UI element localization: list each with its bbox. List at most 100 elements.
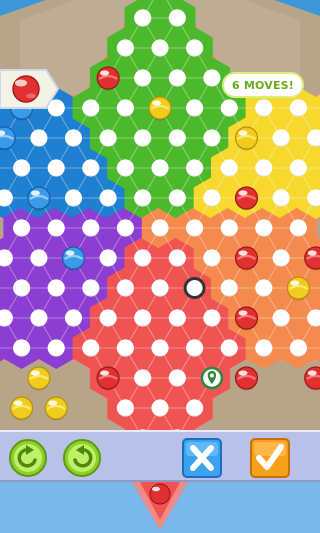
confirm-icon [250,438,290,478]
board-hole [134,309,152,327]
marble-shine [238,250,248,256]
board-hole [255,279,273,297]
board-hole [116,219,134,237]
board-hole [255,159,273,177]
marble-shine [30,370,40,376]
marble-shine [65,250,75,256]
board-hole [116,159,134,177]
board-hole [151,339,169,357]
board-hole [272,129,290,147]
board-hole [168,69,186,87]
marble-shine [100,70,110,76]
board-hole [272,309,290,327]
board-hole [203,249,221,267]
cancel-move-button[interactable] [182,438,222,478]
marble-shine [13,400,23,406]
board-hole [13,159,31,177]
marble-shine [152,486,160,492]
board-hole [289,219,307,237]
board-hole [272,189,290,207]
board-hole [116,339,134,357]
board-hole [116,399,134,417]
board-hole [203,129,221,147]
board-hole [99,249,117,267]
board-hole [64,309,83,327]
board-hole [134,249,152,267]
board-hole [168,189,186,207]
board-hole [47,339,65,357]
moves-counter-badge: 6 MOVES! [222,72,304,98]
marble-shine [48,400,58,406]
board-hole [30,309,48,327]
board-hole [151,159,169,177]
board-hole [99,129,117,147]
board-hole [116,99,134,117]
board-hole [151,219,169,237]
board-hole [168,9,186,27]
undo-button[interactable] [8,438,48,478]
board-hole [220,339,238,357]
marble-shine [307,370,317,376]
board-hole [151,279,169,297]
board-hole [82,339,100,357]
cancel-icon [182,438,222,478]
board-hole [203,309,221,327]
board-hole [134,9,152,27]
board-hole [186,219,204,237]
board-hole [116,39,134,57]
current-turn-marble-icon [12,75,40,103]
board-hole [99,189,117,207]
board-hole [289,159,307,177]
board-hole [220,219,238,237]
board-hole [272,249,290,267]
board-hole [168,129,186,147]
redo-icon [63,439,101,477]
board-hole [30,249,48,267]
board-hole [99,309,117,327]
board-hole [203,69,221,87]
board-hole [255,99,273,117]
board-hole [203,189,221,207]
board-hole [289,99,307,117]
board-hole [289,339,307,357]
location-pin-dot [209,373,214,378]
board-hole [64,189,83,207]
board-hole [186,339,204,357]
current-turn-badge [0,68,60,110]
board-hole [186,39,204,57]
board-hole [255,339,273,357]
red-marble [149,483,171,505]
board-hole [82,219,100,237]
marble-shine [100,370,110,376]
board-hole [134,69,152,87]
board-hole [13,219,31,237]
board-hole [64,129,83,147]
action-toolbar [0,430,320,482]
board-hole [47,279,65,297]
board-hole [134,129,152,147]
moves-counter-text: 6 MOVES! [231,78,295,92]
board-hole [30,129,48,147]
board-hole [47,219,65,237]
board-hole [186,99,204,117]
marble-shine [238,130,248,136]
board-hole [82,159,100,177]
board-hole [82,99,100,117]
redo-button[interactable] [62,438,102,478]
board-hole [82,279,100,297]
marble-shine [307,250,317,256]
marble-shine [238,310,248,316]
marble-shine [290,280,300,286]
board-hole [13,279,31,297]
confirm-move-button[interactable] [250,438,290,478]
board-hole [186,399,204,417]
marble-shine [238,370,248,376]
board-hole [168,249,186,267]
board-hole [47,159,65,177]
board-hole [151,399,169,417]
board-hole [220,279,238,297]
marble-shine [152,100,161,106]
board-hole [134,189,152,207]
undo-icon [9,439,47,477]
marble-shine [30,190,40,196]
